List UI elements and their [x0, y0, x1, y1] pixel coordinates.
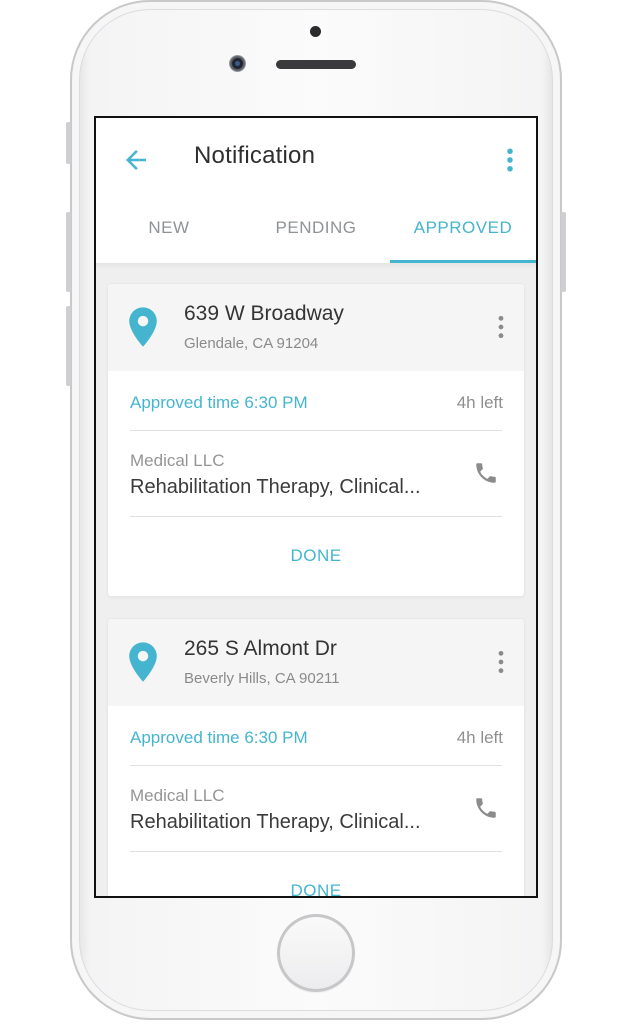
- approved-time: Approved time 6:30 PM: [130, 393, 308, 412]
- front-camera: [229, 55, 246, 72]
- mute-switch: [66, 122, 71, 164]
- company-name: Medical LLC: [130, 786, 225, 805]
- proximity-sensor: [310, 26, 321, 37]
- page-title: Notification: [194, 142, 316, 169]
- divider: [130, 516, 502, 517]
- volume-up-button: [66, 212, 71, 292]
- tab-pending[interactable]: PENDING: [242, 213, 390, 263]
- location-pin-icon: [129, 642, 157, 682]
- tab-approved[interactable]: APPROVED: [390, 213, 536, 263]
- company-name: Medical LLC: [130, 451, 225, 470]
- card-city: Beverly Hills, CA 90211: [184, 670, 340, 687]
- card-city: Glendale, CA 91204: [184, 335, 319, 352]
- app-screen: Notification NEW PENDING APPROVED 639 W …: [94, 116, 538, 898]
- done-button[interactable]: DONE: [108, 546, 524, 566]
- phone-icon[interactable]: [473, 795, 499, 821]
- power-button: [561, 212, 566, 292]
- divider: [130, 765, 502, 766]
- more-vert-icon[interactable]: [495, 649, 507, 675]
- service-name: Rehabilitation Therapy, Clinical...: [130, 476, 421, 498]
- phone-icon[interactable]: [473, 460, 499, 486]
- home-button[interactable]: [277, 914, 355, 992]
- service-name: Rehabilitation Therapy, Clinical...: [130, 811, 421, 833]
- card-address: 265 S Almont Dr: [184, 637, 337, 660]
- tab-bar: NEW PENDING APPROVED: [96, 213, 536, 263]
- notification-card: 639 W Broadway Glendale, CA 91204 Approv…: [108, 284, 524, 596]
- card-header: 265 S Almont Dr Beverly Hills, CA 90211: [108, 619, 524, 706]
- notification-card: 265 S Almont Dr Beverly Hills, CA 90211 …: [108, 619, 524, 896]
- volume-down-button: [66, 306, 71, 386]
- approved-time: Approved time 6:30 PM: [130, 728, 308, 747]
- app-header: Notification NEW PENDING APPROVED: [96, 118, 536, 263]
- header-shadow: [96, 263, 536, 269]
- earpiece-speaker: [276, 60, 356, 69]
- location-pin-icon: [129, 307, 157, 347]
- more-vert-icon[interactable]: [502, 145, 518, 175]
- divider: [130, 851, 502, 852]
- done-button[interactable]: DONE: [108, 881, 524, 896]
- divider: [130, 430, 502, 431]
- time-left: 4h left: [456, 728, 503, 747]
- time-left: 4h left: [456, 393, 503, 412]
- back-arrow-icon[interactable]: [121, 145, 151, 175]
- card-address: 639 W Broadway: [184, 302, 344, 325]
- more-vert-icon[interactable]: [495, 314, 507, 340]
- card-header: 639 W Broadway Glendale, CA 91204: [108, 284, 524, 371]
- tab-new[interactable]: NEW: [96, 213, 242, 263]
